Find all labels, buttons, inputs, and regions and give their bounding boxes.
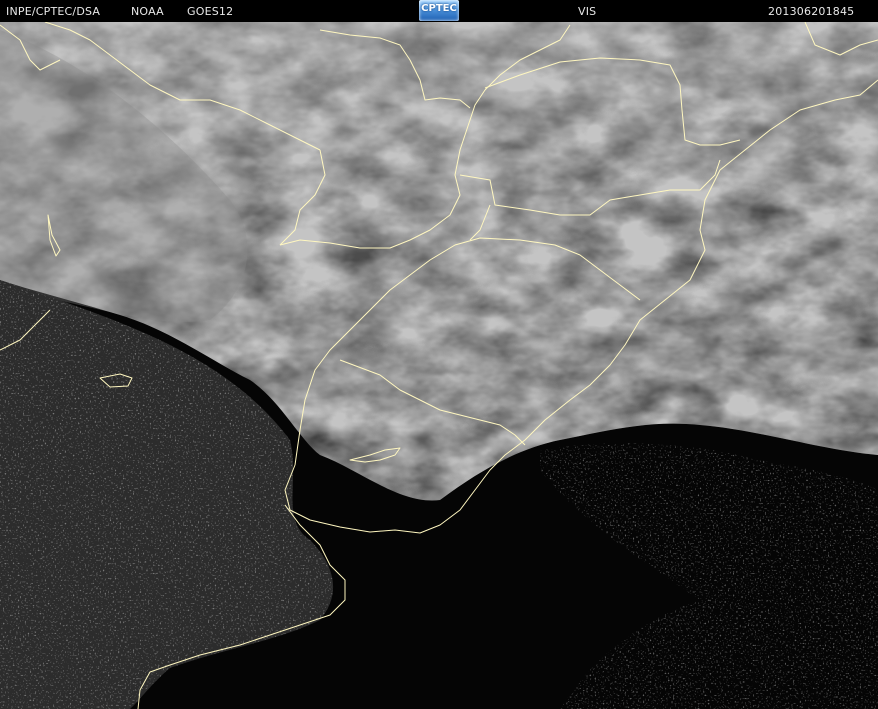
institution-label: INPE/CPTEC/DSA xyxy=(6,5,101,18)
cptec-logo: CPTEC xyxy=(419,0,459,21)
image-header-bar: INPE/CPTEC/DSA NOAA GOES12 CPTEC VIS 201… xyxy=(0,0,878,22)
satellite-label: GOES12 xyxy=(187,5,234,18)
channel-label: VIS xyxy=(578,5,597,18)
satellite-image-frame: INPE/CPTEC/DSA NOAA GOES12 CPTEC VIS 201… xyxy=(0,0,878,709)
satellite-scene xyxy=(0,22,878,709)
cptec-logo-text: CPTEC xyxy=(421,3,457,14)
agency-label: NOAA xyxy=(131,5,164,18)
timestamp-label: 201306201845 xyxy=(768,5,855,18)
